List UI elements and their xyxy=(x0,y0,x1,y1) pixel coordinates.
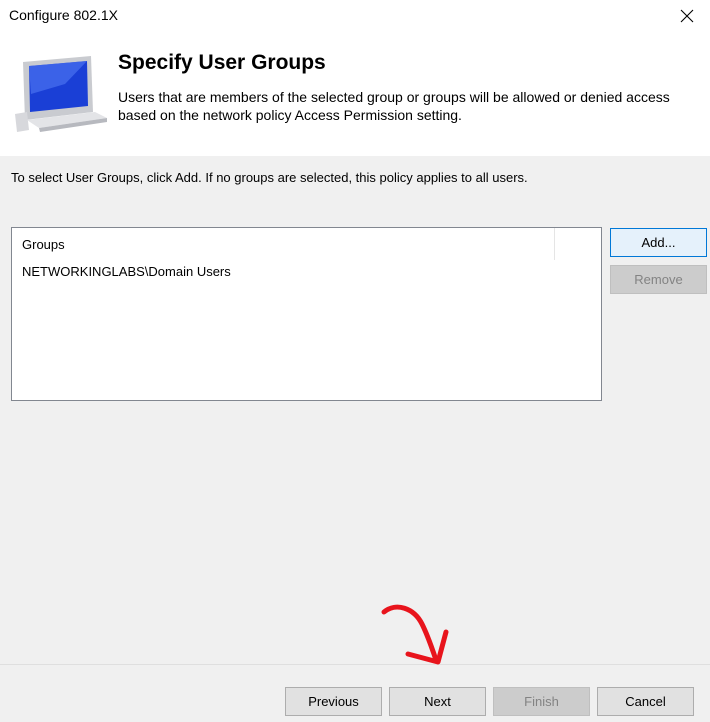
page-title: Specify User Groups xyxy=(118,51,326,74)
close-button[interactable] xyxy=(664,0,710,32)
previous-button[interactable]: Previous xyxy=(285,687,382,716)
add-button[interactable]: Add... xyxy=(610,228,707,257)
groups-list[interactable]: Groups NETWORKINGLABS\Domain Users xyxy=(11,227,602,401)
window-title: Configure 802.1X xyxy=(9,7,118,23)
title-bar: Configure 802.1X xyxy=(0,0,710,34)
cancel-button[interactable]: Cancel xyxy=(597,687,694,716)
red-arrow-annotation-icon xyxy=(381,604,449,665)
remove-button[interactable]: Remove xyxy=(610,265,707,294)
next-button[interactable]: Next xyxy=(389,687,486,716)
close-icon xyxy=(680,9,694,23)
network-computer-icon xyxy=(15,56,107,132)
instruction-text: To select User Groups, click Add. If no … xyxy=(11,170,528,185)
page-description: Users that are members of the selected g… xyxy=(118,89,670,123)
finish-button[interactable]: Finish xyxy=(493,687,590,716)
column-header-groups[interactable]: Groups xyxy=(12,228,555,260)
column-header-label: Groups xyxy=(22,237,65,252)
list-item[interactable]: NETWORKINGLABS\Domain Users xyxy=(22,264,231,279)
wizard-header: Specify User Groups Users that are membe… xyxy=(0,34,710,156)
